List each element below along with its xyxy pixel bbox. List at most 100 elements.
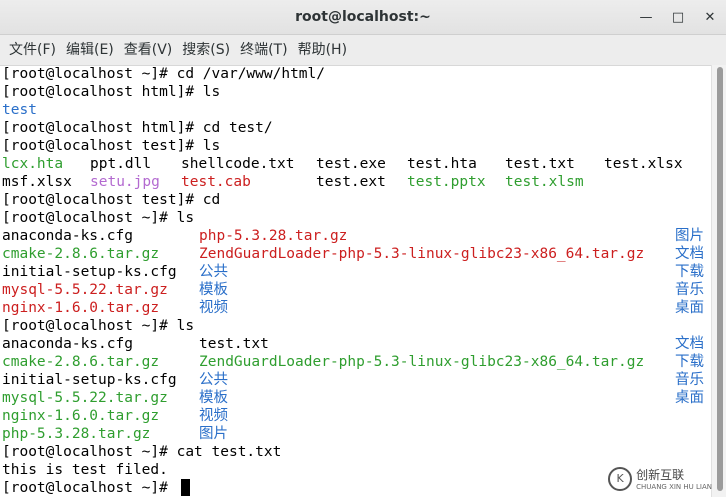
terminal-text: [root@localhost html]# cd test/ xyxy=(2,120,273,136)
terminal-window: root@localhost:~ — □ ✕ 文件(F) 编辑(E) 查看(V)… xyxy=(0,0,726,497)
close-icon[interactable]: ✕ xyxy=(702,9,718,25)
terminal-text: php-5.3.28.tar.gz xyxy=(199,228,348,244)
terminal-line: mysql-5.5.22.tar.gz 模板 桌面 xyxy=(0,389,712,407)
terminal-line: lcx.hta ppt.dll shellcode.txt test.exe test.… xyxy=(0,155,712,173)
terminal-line: cmake-2.8.6.tar.gz ZendGuardLoader-php-5.… xyxy=(0,245,712,263)
menu-edit[interactable]: 编辑(E) xyxy=(61,35,119,65)
terminal-text: test.ext xyxy=(316,174,386,190)
menu-file[interactable]: 文件(F) xyxy=(4,35,61,65)
terminal-text: initial-setup-ks.cfg xyxy=(2,372,177,388)
terminal-text: 文档 xyxy=(675,336,704,352)
terminal-text: test.txt xyxy=(199,336,269,352)
terminal-text: [root@localhost test]# cd xyxy=(2,192,221,208)
terminal-text: ppt.dll xyxy=(90,156,152,172)
terminal-text: test.xlsm xyxy=(505,174,584,190)
terminal-text: nginx-1.6.0.tar.gz xyxy=(2,408,160,424)
terminal-text: anaconda-ks.cfg xyxy=(2,336,133,352)
terminal-text: [root@localhost test]# ls xyxy=(2,138,221,154)
terminal-line: initial-setup-ks.cfg 公共 音乐 xyxy=(0,371,712,389)
terminal-line: [root@localhost test]# ls xyxy=(0,137,712,155)
terminal-text: 文档 xyxy=(675,246,704,262)
terminal-text: 下载 xyxy=(675,264,704,280)
terminal-text: test xyxy=(2,102,37,118)
watermark: K 创新互联 CHUANG XIN HU LIAN xyxy=(608,466,712,491)
terminal-line: [root@localhost html]# cd test/ xyxy=(0,119,712,137)
terminal-text: 音乐 xyxy=(675,282,704,298)
terminal-line: [root@localhost html]# ls xyxy=(0,83,712,101)
menu-help[interactable]: 帮助(H) xyxy=(293,35,352,65)
window-title: root@localhost:~ xyxy=(295,9,431,25)
menu-terminal[interactable]: 终端(T) xyxy=(235,35,292,65)
terminal-text: initial-setup-ks.cfg xyxy=(2,264,177,280)
terminal-line: nginx-1.6.0.tar.gz 视频 xyxy=(0,407,712,425)
terminal-line: anaconda-ks.cfg test.txt 文档 xyxy=(0,335,712,353)
terminal-text: test.xlsx xyxy=(604,156,683,172)
terminal-output[interactable]: [root@localhost ~]# cd /var/www/html/ [ro… xyxy=(0,65,712,497)
terminal-line: nginx-1.6.0.tar.gz 视频 桌面 xyxy=(0,299,712,317)
terminal-cursor xyxy=(181,479,190,496)
terminal-text: 下载 xyxy=(675,354,704,370)
terminal-text: setu.jpg xyxy=(90,174,160,190)
terminal-text: msf.xlsx xyxy=(2,174,72,190)
terminal-line: [root@localhost ~]# cd /var/www/html/ xyxy=(0,65,712,83)
menu-bar: 文件(F) 编辑(E) 查看(V) 搜索(S) 终端(T) 帮助(H) xyxy=(0,35,726,66)
terminal-text: 模板 xyxy=(199,282,228,298)
terminal-text: test.cab xyxy=(181,174,251,190)
menu-search[interactable]: 搜索(S) xyxy=(177,35,235,65)
terminal-text: 图片 xyxy=(675,228,704,244)
terminal-text: [root@localhost html]# ls xyxy=(2,84,221,100)
terminal-line: cmake-2.8.6.tar.gz ZendGuardLoader-php-5.… xyxy=(0,353,712,371)
terminal-text: 音乐 xyxy=(675,372,704,388)
terminal-text: test.hta xyxy=(407,156,477,172)
terminal-text: 模板 xyxy=(199,390,228,406)
menu-view[interactable]: 查看(V) xyxy=(119,35,178,65)
terminal-text: 图片 xyxy=(199,426,228,442)
terminal-text: 公共 xyxy=(199,264,228,280)
terminal-text: [root@localhost ~]# xyxy=(2,480,177,496)
terminal-line: [root@localhost ~]# ls xyxy=(0,317,712,335)
terminal-line: [root@localhost test]# cd xyxy=(0,191,712,209)
terminal-line: this is test filed. xyxy=(0,461,712,479)
terminal-text: mysql-5.5.22.tar.gz xyxy=(2,282,168,298)
terminal-line: anaconda-ks.cfg php-5.3.28.tar.gz 图片 xyxy=(0,227,712,245)
watermark-sub: CHUANG XIN HU LIAN xyxy=(636,483,712,491)
terminal-text: shellcode.txt xyxy=(181,156,295,172)
terminal-line: msf.xlsx setu.jpg test.cab test.ext test.ppt… xyxy=(0,173,712,191)
terminal-line: initial-setup-ks.cfg 公共 下载 xyxy=(0,263,712,281)
terminal-line: [root@localhost ~]# xyxy=(0,479,712,497)
terminal-line: mysql-5.5.22.tar.gz 模板 音乐 xyxy=(0,281,712,299)
watermark-logo-icon: K xyxy=(608,466,633,491)
terminal-text: nginx-1.6.0.tar.gz xyxy=(2,300,160,316)
maximize-icon[interactable]: □ xyxy=(670,9,686,25)
terminal-text: cmake-2.8.6.tar.gz xyxy=(2,246,160,262)
terminal-text: test.pptx xyxy=(407,174,486,190)
terminal-text: ZendGuardLoader-php-5.3-linux-glibc23-x8… xyxy=(199,354,645,370)
terminal-text: test.txt xyxy=(505,156,575,172)
terminal-text: test.exe xyxy=(316,156,386,172)
terminal-text: lcx.hta xyxy=(2,156,64,172)
scrollbar[interactable] xyxy=(711,65,726,497)
scrollbar-thumb[interactable] xyxy=(717,67,723,491)
terminal-text: mysql-5.5.22.tar.gz xyxy=(2,390,168,406)
minimize-icon[interactable]: — xyxy=(638,9,654,25)
terminal-line: [root@localhost ~]# cat test.txt xyxy=(0,443,712,461)
terminal-text: 公共 xyxy=(199,372,228,388)
terminal-line: [root@localhost ~]# ls xyxy=(0,209,712,227)
watermark-name: 创新互联 xyxy=(636,468,685,482)
window-controls: — □ ✕ xyxy=(638,0,718,34)
terminal-text: 桌面 xyxy=(675,300,704,316)
terminal-text: [root@localhost ~]# ls xyxy=(2,210,195,226)
terminal-text: 视频 xyxy=(199,408,228,424)
terminal-line: test xyxy=(0,101,712,119)
terminal-text: 视频 xyxy=(199,300,228,316)
terminal-text: [root@localhost ~]# cat test.txt xyxy=(2,444,282,460)
terminal-text: cmake-2.8.6.tar.gz xyxy=(2,354,160,370)
terminal-line: php-5.3.28.tar.gz 图片 xyxy=(0,425,712,443)
terminal-text: ZendGuardLoader-php-5.3-linux-glibc23-x8… xyxy=(199,246,645,262)
terminal-text: [root@localhost ~]# ls xyxy=(2,318,195,334)
terminal-text: this is test filed. xyxy=(2,462,168,478)
terminal-text: [root@localhost ~]# cd /var/www/html/ xyxy=(2,66,326,82)
title-bar: root@localhost:~ — □ ✕ xyxy=(0,0,726,35)
terminal-text: php-5.3.28.tar.gz xyxy=(2,426,151,442)
terminal-text: anaconda-ks.cfg xyxy=(2,228,133,244)
